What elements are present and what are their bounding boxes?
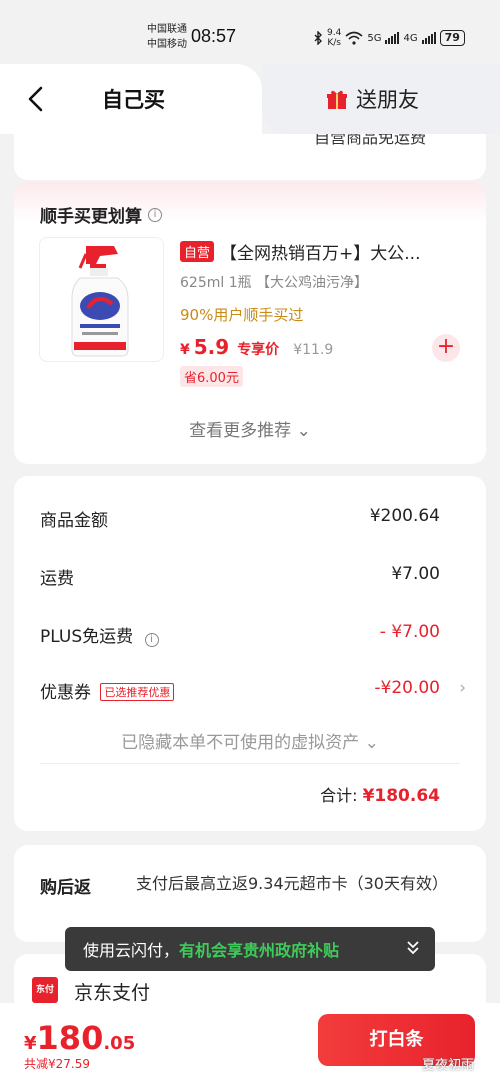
watermark: 夏夜初雨	[422, 1058, 475, 1073]
see-more-recommendations-link[interactable]: 查看更多推荐 ⌄	[14, 416, 486, 441]
tab-self-label: 自己买	[102, 88, 165, 112]
jd-pay-icon: 东付	[32, 977, 58, 1003]
rebate-label: 购后返	[40, 878, 91, 898]
checkout-total-int: 180	[36, 1019, 104, 1057]
signal-bars-icon-2	[421, 32, 436, 44]
toast-prefix: 使用云闪付，	[83, 941, 180, 960]
signal-bars-icon	[385, 32, 400, 44]
battery-icon: 79	[439, 30, 465, 46]
price-currency: ¥	[180, 342, 190, 358]
checkout-currency: ¥	[24, 1033, 37, 1054]
shipping-label: 运费	[40, 569, 74, 589]
tab-send-friend[interactable]: 送朋友	[262, 64, 500, 134]
summary-row-goods: 商品金额 ¥200.64	[40, 506, 466, 531]
chevron-right-icon: ›	[459, 678, 466, 698]
goods-amount-label: 商品金额	[40, 511, 108, 531]
status-icons: 9.4 K/s 5G 4G 79	[313, 28, 465, 48]
carrier-2: 中国移动	[147, 39, 187, 50]
product-title-text: 【全网热销百万+】大公...	[220, 244, 421, 264]
summary-row-coupon[interactable]: 优惠券 已选推荐优惠 -¥20.00 ›	[40, 678, 466, 703]
goods-amount-value: ¥200.64	[369, 506, 440, 526]
toast-highlight: 有机会享贵州政府补贴	[179, 941, 340, 960]
shipping-value: ¥7.00	[391, 564, 440, 584]
self-operated-badge: 自营	[180, 241, 215, 262]
original-price: ¥11.9	[293, 342, 334, 358]
product-title[interactable]: 自营 【全网热销百万+】大公...	[180, 239, 420, 264]
carrier-1: 中国联通	[147, 24, 187, 35]
hidden-assets-toggle[interactable]: 已隐藏本单不可使用的虚拟资产 ⌄	[14, 728, 486, 753]
gift-icon	[327, 90, 347, 109]
tab-self-buy[interactable]: 自己买	[0, 64, 262, 134]
clipped-text: 自营商品免运费	[314, 134, 427, 147]
price-label: 专享价	[237, 342, 280, 358]
divider	[40, 763, 460, 764]
info-icon[interactable]: i	[148, 207, 162, 222]
tab-friend-label: 送朋友	[356, 88, 419, 112]
checkout-total-dec: .05	[103, 1033, 136, 1054]
double-chevron-down-icon	[407, 941, 419, 955]
rebate-text: 支付后最高立返9.34元超市卡（30天有效）	[136, 874, 448, 893]
product-bought-ratio: 90%用户顺手买过	[180, 306, 304, 324]
checkout-bar: ¥ 180 .05 共减¥27.59 打白条 夏夜初雨	[0, 1003, 500, 1083]
bluetooth-icon	[314, 31, 322, 45]
product-spec: 625ml 1瓶 【大公鸡油污净】	[180, 275, 369, 291]
savings-badge: 省6.00元	[180, 366, 243, 387]
checkout-total: ¥ 180 .05	[24, 1019, 135, 1057]
total-value: ¥180.64	[362, 786, 440, 806]
back-arrow-icon[interactable]	[22, 84, 52, 114]
coupon-label: 优惠券	[40, 683, 91, 703]
order-summary-card: 商品金额 ¥200.64 运费 ¥7.00 PLUS免运费 i - ¥7.00 …	[14, 476, 486, 831]
net-speed: 9.4 K/s	[327, 28, 342, 48]
spray-bottle-icon	[71, 246, 129, 357]
total-discount: 共减¥27.59	[24, 1057, 90, 1071]
send-friend-button[interactable]: 送朋友	[326, 84, 419, 114]
total-label: 合计:	[320, 786, 358, 805]
coupon-value: -¥20.00	[374, 678, 440, 698]
add-to-order-button[interactable]: +	[432, 334, 460, 362]
purchase-mode-tabs: 送朋友 自己买	[0, 64, 500, 134]
plus-free-shipping-label: PLUS免运费	[40, 627, 134, 647]
carrier-info: 中国联通 中国移动	[147, 22, 187, 52]
summary-row-shipping: 运费 ¥7.00	[40, 564, 466, 589]
recommendation-card: 顺手买更划算 i 自营 【全网热销百万+】大公... 625ml 1瓶 【大公鸡…	[14, 182, 486, 464]
price-value: 5.9	[193, 335, 230, 359]
info-icon[interactable]: i	[144, 633, 159, 647]
wifi-icon	[345, 31, 363, 45]
unionpay-promo-toast[interactable]: 使用云闪付， 有机会享贵州政府补贴	[65, 927, 435, 971]
coupon-recommended-tag: 已选推荐优惠	[100, 683, 175, 701]
signal-5g-label: 5G	[367, 32, 382, 44]
order-total: 合计: ¥180.64	[320, 782, 440, 806]
product-image[interactable]	[39, 237, 164, 362]
payment-method-label: 京东支付	[74, 982, 151, 1004]
recommendation-title: 顺手买更划算 i	[40, 202, 162, 227]
status-time: 08:57	[191, 26, 237, 46]
summary-row-plus: PLUS免运费 i - ¥7.00	[40, 622, 466, 647]
product-price: ¥ 5.9 专享价 ¥11.9	[180, 335, 333, 359]
status-bar: 中国联通 中国移动 08:57 9.4 K/s 5G 4G 79	[0, 0, 500, 64]
previous-card-clipped: 自营商品免运费	[14, 134, 486, 180]
signal-4g-label: 4G	[403, 32, 418, 44]
plus-discount-value: - ¥7.00	[379, 622, 440, 642]
